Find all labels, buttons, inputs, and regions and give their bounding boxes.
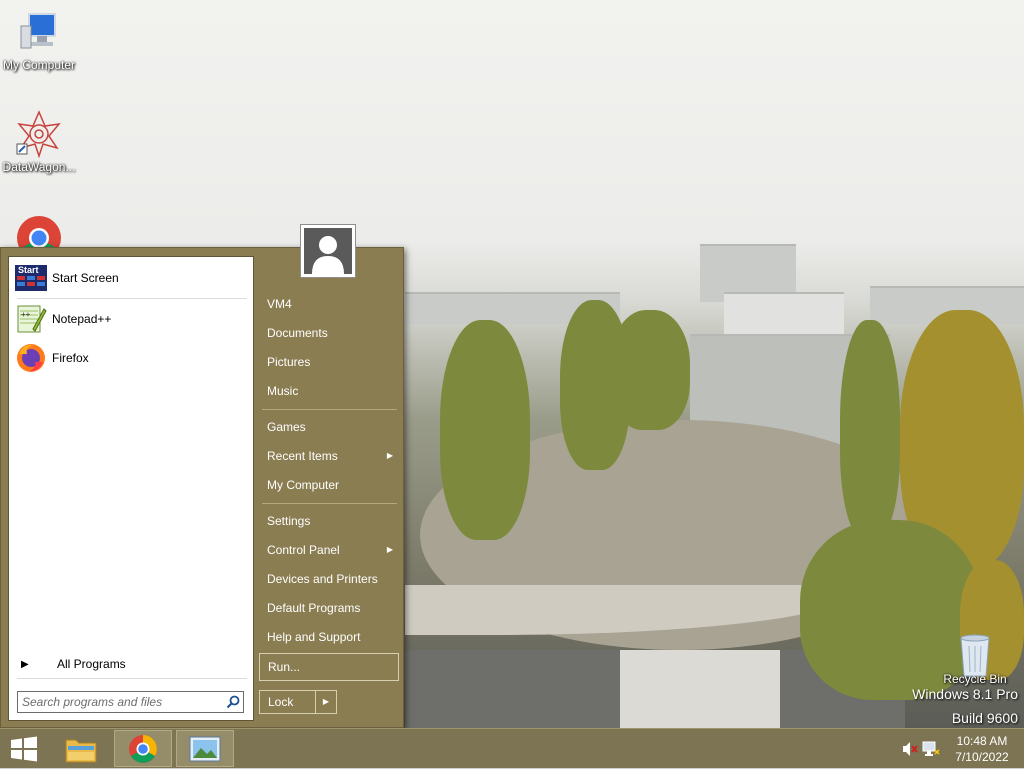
desktop-icon-datawagon[interactable]: DataWagon... <box>0 110 78 174</box>
windows-logo-icon <box>11 736 37 762</box>
desktop-icon-label: My Computer <box>2 58 76 72</box>
start-menu: Start Start Screen ++ Notepad++ Firefox … <box>0 247 404 728</box>
folder-icon <box>65 739 97 762</box>
taskbar-file-explorer[interactable] <box>52 730 110 767</box>
system-tray <box>896 729 946 769</box>
menu-separator <box>262 503 397 504</box>
datawagon-icon <box>15 110 63 159</box>
start-button[interactable] <box>4 733 44 765</box>
menu-item-label: Recent Items <box>267 449 338 463</box>
windows-edition-watermark: Windows 8.1 Pro <box>912 686 1018 702</box>
menu-item-run[interactable]: Run... <box>259 653 399 681</box>
all-programs-separator <box>17 678 247 679</box>
program-label: Start Screen <box>52 271 119 285</box>
menu-item-label: Default Programs <box>267 601 361 615</box>
menu-item-devices-and-printers[interactable]: Devices and Printers <box>259 566 399 592</box>
computer-icon <box>15 8 63 56</box>
menu-item-default-programs[interactable]: Default Programs <box>259 595 399 621</box>
menu-item-recent-items[interactable]: Recent Items ▶ <box>259 443 399 469</box>
start-screen-icon: Start <box>15 262 47 294</box>
lock-label: Lock <box>268 695 294 709</box>
menu-item-control-panel[interactable]: Control Panel ▶ <box>259 537 399 563</box>
search-input[interactable] <box>18 692 223 712</box>
volume-muted-icon[interactable] <box>902 741 918 760</box>
menu-item-pictures[interactable]: Pictures <box>259 349 399 375</box>
desktop-icon-recycle-bin[interactable]: Recycle Bin <box>936 632 1014 686</box>
menu-item-music[interactable]: Music <box>259 378 399 404</box>
all-programs-button[interactable]: ▶ All Programs <box>15 653 247 675</box>
menu-item-settings[interactable]: Settings <box>259 508 399 534</box>
programs-separator <box>17 298 247 299</box>
start-screen-icon-text: Start <box>18 265 39 275</box>
picture-icon <box>189 736 221 761</box>
lock-button[interactable]: Lock <box>259 690 316 714</box>
taskbar-chrome[interactable] <box>114 730 172 767</box>
menu-item-label: Pictures <box>267 355 311 369</box>
chrome-icon <box>129 734 157 763</box>
program-notepadpp[interactable]: ++ Notepad++ <box>15 302 247 336</box>
taskbar: 10:48 AM 7/10/2022 <box>0 728 1024 768</box>
menu-item-games[interactable]: Games <box>259 414 399 440</box>
taskbar-photos[interactable] <box>176 730 234 767</box>
menu-separator <box>262 409 397 410</box>
program-label: Firefox <box>52 351 89 365</box>
submenu-arrow-icon: ▶ <box>386 545 393 554</box>
start-menu-programs-pane: Start Start Screen ++ Notepad++ Firefox … <box>8 256 254 721</box>
search-icon[interactable] <box>223 692 243 712</box>
expand-arrow-icon: ▶ <box>21 658 29 670</box>
program-start-screen[interactable]: Start Start Screen <box>15 261 247 295</box>
svg-text:++: ++ <box>21 310 31 319</box>
desktop-icon-my-computer[interactable]: My Computer <box>0 8 78 72</box>
recycle-bin-icon <box>955 632 995 678</box>
program-label: Notepad++ <box>52 312 112 326</box>
all-programs-label: All Programs <box>57 657 126 671</box>
program-firefox[interactable]: Firefox <box>15 341 247 375</box>
menu-item-help-and-support[interactable]: Help and Support <box>259 624 399 650</box>
menu-item-label: My Computer <box>267 478 340 492</box>
menu-item-label: Devices and Printers <box>267 572 378 586</box>
clock-date: 7/10/2022 <box>955 750 1009 764</box>
menu-item-label: Documents <box>267 326 328 340</box>
shutdown-options-arrow-button[interactable]: ▶ <box>316 690 337 714</box>
menu-item-label: Games <box>267 420 306 434</box>
menu-item-vm4[interactable]: VM4 <box>259 291 399 317</box>
windows-build-watermark: Build 9600 <box>951 710 1018 726</box>
network-icon[interactable] <box>922 741 940 760</box>
menu-item-label: Control Panel <box>267 543 340 557</box>
menu-item-label: Music <box>267 384 299 398</box>
menu-item-label: Help and Support <box>267 630 361 644</box>
menu-item-label: Run... <box>268 660 301 674</box>
notepadpp-icon: ++ <box>15 303 47 335</box>
clock-time: 10:48 AM <box>956 734 1008 748</box>
user-account-picture[interactable] <box>300 224 356 278</box>
user-avatar-icon <box>304 228 352 274</box>
menu-item-documents[interactable]: Documents <box>259 320 399 346</box>
desktop-icon-label: DataWagon... <box>2 160 76 174</box>
menu-item-my-computer[interactable]: My Computer <box>259 472 399 498</box>
taskbar-clock[interactable]: 10:48 AM 7/10/2022 <box>946 733 1018 765</box>
menu-item-label: Settings <box>267 514 311 528</box>
menu-item-label: VM4 <box>267 297 292 311</box>
submenu-arrow-icon: ▶ <box>386 451 393 460</box>
firefox-icon <box>15 342 47 374</box>
search-box[interactable] <box>17 691 244 713</box>
